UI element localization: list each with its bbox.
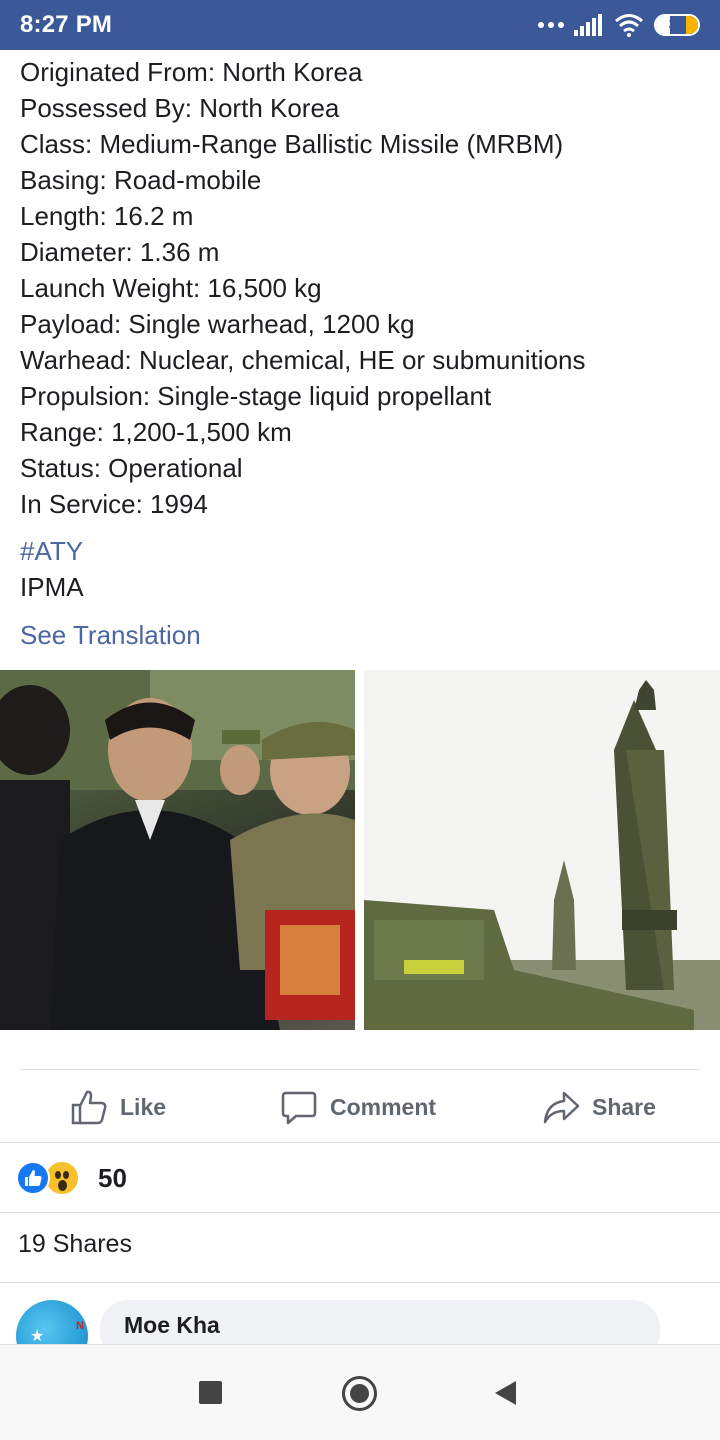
system-nav-bar [0, 1344, 720, 1440]
like-label: Like [120, 1093, 167, 1120]
thumbs-up-icon [71, 1090, 107, 1125]
share-label: Share [592, 1093, 656, 1120]
divider [0, 1282, 720, 1283]
wifi-icon [615, 14, 643, 37]
share-button[interactable]: Share [542, 1080, 656, 1134]
spec-line: Warhead: Nuclear, chemical, HE or submun… [20, 345, 586, 375]
divider [0, 1212, 720, 1213]
spec-line: Possessed By: North Korea [20, 93, 340, 123]
comment-button[interactable]: Comment [280, 1080, 436, 1134]
battery-icon: 34 [654, 14, 700, 36]
spec-line: Class: Medium-Range Ballistic Missile (M… [20, 129, 564, 159]
action-divider [20, 1069, 700, 1070]
post-tag-line: IPMA [20, 572, 84, 602]
battery-level: 34 [668, 16, 686, 33]
spec-line: Propulsion: Single-stage liquid propella… [20, 381, 492, 411]
status-bar: 8:27 PM 34 [0, 0, 720, 50]
hashtag-link[interactable]: #ATY [20, 533, 83, 569]
action-bar: Like Comment Share [0, 1080, 720, 1134]
divider [0, 1142, 720, 1143]
spec-line: Originated From: North Korea [20, 57, 363, 87]
share-arrow-icon [543, 1091, 580, 1124]
comment-label: Comment [330, 1093, 437, 1120]
back-icon[interactable] [495, 1381, 516, 1405]
more-dots-icon [538, 22, 564, 28]
like-button[interactable]: Like [70, 1080, 166, 1134]
recent-apps-icon[interactable] [199, 1381, 222, 1404]
spec-line: Length: 16.2 m [20, 201, 194, 231]
see-translation-link[interactable]: See Translation [20, 617, 201, 653]
photo-missile[interactable] [364, 670, 720, 1030]
post-specs: Originated From: North Korea Possessed By… [20, 54, 700, 522]
spec-line: Payload: Single warhead, 1200 kg [20, 309, 415, 339]
reaction-count: 50 [98, 1162, 127, 1193]
photo-officials[interactable] [0, 670, 355, 1030]
signal-icon [574, 14, 602, 36]
spec-line: Range: 1,200-1,500 km [20, 417, 292, 447]
comment-author[interactable]: Moe Kha [124, 1312, 220, 1339]
spec-line: Diameter: 1.36 m [20, 237, 220, 267]
shares-count[interactable]: 19 Shares [18, 1230, 132, 1259]
spec-line: Basing: Road-mobile [20, 165, 262, 195]
home-icon[interactable] [342, 1376, 377, 1411]
like-reaction-icon [16, 1161, 50, 1195]
spec-line: In Service: 1994 [20, 489, 208, 519]
status-icons: 34 [538, 12, 700, 38]
spec-line: Status: Operational [20, 453, 243, 483]
reactions-summary[interactable]: 50 [16, 1158, 127, 1198]
spec-line: Launch Weight: 16,500 kg [20, 273, 322, 303]
status-time: 8:27 PM [20, 11, 113, 38]
comment-bubble-icon [281, 1091, 317, 1125]
